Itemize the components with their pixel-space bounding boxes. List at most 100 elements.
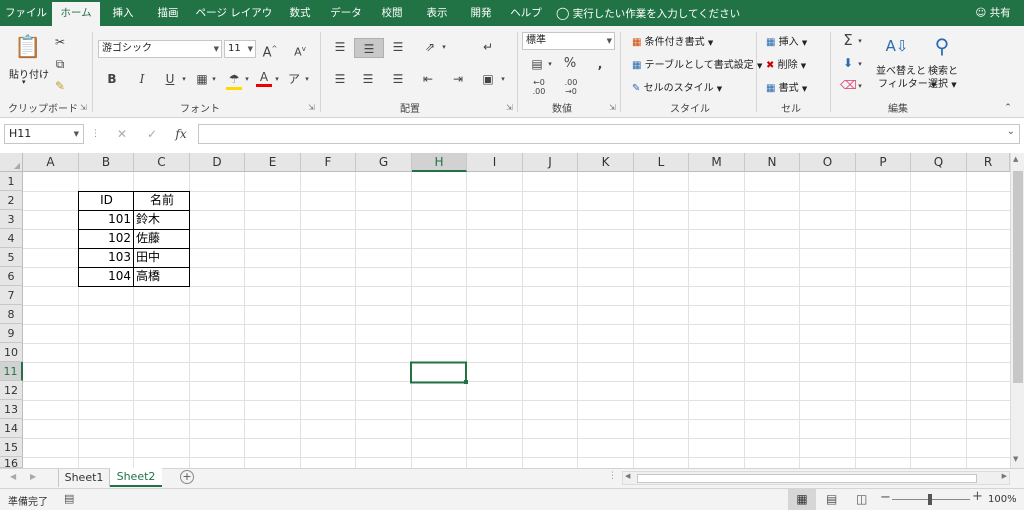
row-header-3[interactable]: 3 <box>0 210 23 229</box>
align-bottom-icon[interactable]: ☰ <box>388 39 408 55</box>
macro-record-icon[interactable]: ▤ <box>64 492 74 505</box>
comma-style-icon[interactable]: , <box>592 56 608 72</box>
font-launcher-icon[interactable]: ⇲ <box>308 103 315 112</box>
paste-button[interactable]: 貼り付け <box>9 66 49 81</box>
font-size-select[interactable]: 11 ▼ <box>224 40 256 58</box>
vertical-scrollbar[interactable]: ▲ ▼ <box>1010 153 1024 468</box>
zoom-out-icon[interactable]: − <box>880 490 891 505</box>
next-sheet-icon[interactable]: ▶ <box>30 472 36 481</box>
table-cell-id[interactable]: 104 <box>80 267 131 286</box>
selected-cell-h11[interactable] <box>411 363 467 383</box>
row-header-4[interactable]: 4 <box>0 229 23 248</box>
tell-me-box[interactable]: ◯ 実行したい作業を入力してください <box>556 0 766 26</box>
row-header-12[interactable]: 12 <box>0 381 23 400</box>
sheet-tab-sheet2[interactable]: Sheet2 <box>110 468 162 487</box>
align-right-icon[interactable]: ☰ <box>388 71 408 87</box>
row-header-16[interactable]: 16 <box>0 457 23 468</box>
column-header-m[interactable]: M <box>689 153 745 172</box>
wrap-text-icon[interactable]: ↵ <box>478 39 498 55</box>
underline-icon[interactable]: U <box>162 71 178 87</box>
clear-icon[interactable]: ⌫ <box>840 77 857 93</box>
format-painter-icon[interactable]: ✎ <box>52 78 68 94</box>
insert-cells-button[interactable]: ▦ 挿入 ▼ <box>766 33 807 48</box>
sort-filter-icon[interactable]: A⇩ <box>884 33 910 59</box>
cut-icon[interactable]: ✂ <box>52 34 68 50</box>
collapse-ribbon-icon[interactable]: ⌃ <box>1000 100 1016 116</box>
increase-decimal-icon[interactable]: ←0.00 <box>528 78 550 96</box>
copy-icon[interactable]: ⧉ <box>52 56 68 72</box>
paste-dropdown-icon[interactable]: ▾ <box>22 78 26 86</box>
table-cell-name[interactable]: 高橋 <box>136 267 189 286</box>
decrease-indent-icon[interactable]: ⇤ <box>418 71 438 87</box>
tab-view[interactable]: 表示 <box>416 0 458 26</box>
tab-home[interactable]: ホーム <box>52 2 100 26</box>
chevron-down-icon[interactable]: ▾ <box>440 39 448 55</box>
increase-indent-icon[interactable]: ⇥ <box>448 71 468 87</box>
table-header-id[interactable]: ID <box>80 191 133 210</box>
accounting-format-icon[interactable]: ▤ <box>528 56 546 72</box>
tab-help[interactable]: ヘルプ <box>504 0 548 26</box>
row-header-9[interactable]: 9 <box>0 324 23 343</box>
phonetic-guide-icon[interactable]: ア <box>286 71 302 87</box>
number-launcher-icon[interactable]: ⇲ <box>609 103 616 112</box>
percent-icon[interactable]: % <box>562 56 578 72</box>
chevron-down-icon[interactable]: ▾ <box>210 71 218 87</box>
column-header-o[interactable]: O <box>800 153 856 172</box>
fill-icon[interactable]: ⬇ <box>840 55 856 71</box>
increase-font-icon[interactable]: A^ <box>262 41 278 61</box>
align-center-icon[interactable]: ☰ <box>358 71 378 87</box>
chevron-down-icon[interactable]: ▾ <box>856 33 864 49</box>
merge-center-icon[interactable]: ▣ <box>478 71 498 87</box>
tab-data[interactable]: データ <box>324 0 368 26</box>
row-header-1[interactable]: 1 <box>0 172 23 191</box>
vertical-scroll-thumb[interactable] <box>1013 171 1023 383</box>
column-header-a[interactable]: A <box>23 153 79 172</box>
clipboard-launcher-icon[interactable]: ⇲ <box>80 103 87 112</box>
column-header-f[interactable]: F <box>301 153 356 172</box>
column-header-b[interactable]: B <box>79 153 134 172</box>
column-header-p[interactable]: P <box>856 153 911 172</box>
chevron-down-icon[interactable]: ▾ <box>180 71 188 87</box>
table-cell-name[interactable]: 鈴木 <box>136 210 189 229</box>
column-header-g[interactable]: G <box>356 153 412 172</box>
delete-cells-button[interactable]: ✖ 削除 ▼ <box>766 56 806 71</box>
column-header-k[interactable]: K <box>578 153 634 172</box>
page-break-view-icon[interactable]: ◫ <box>856 492 867 506</box>
row-header-2[interactable]: 2 <box>0 191 23 210</box>
chevron-down-icon[interactable]: ▾ <box>499 71 507 87</box>
insert-function-icon[interactable]: fx <box>172 126 190 142</box>
format-cells-button[interactable]: ▦ 書式 ▼ <box>766 79 807 94</box>
column-header-i[interactable]: I <box>467 153 523 172</box>
row-header-14[interactable]: 14 <box>0 419 23 438</box>
alignment-launcher-icon[interactable]: ⇲ <box>506 103 513 112</box>
expand-formula-icon[interactable]: ⌄ <box>1007 126 1015 137</box>
table-cell-id[interactable]: 102 <box>80 229 131 248</box>
add-sheet-icon[interactable]: + <box>180 470 194 484</box>
borders-icon[interactable]: ▦ <box>194 71 210 87</box>
select-all-button[interactable]: ◢ <box>0 153 23 172</box>
row-header-6[interactable]: 6 <box>0 267 23 286</box>
find-select-button[interactable]: 選択 ▼ <box>928 75 957 90</box>
horizontal-scrollbar[interactable]: ◀ ▶ <box>622 471 1010 485</box>
tab-insert[interactable]: 挿入 <box>102 0 144 26</box>
font-name-select[interactable]: 游ゴシック ▼ <box>98 40 222 58</box>
row-header-11[interactable]: 11 <box>0 362 23 381</box>
column-header-h[interactable]: H <box>412 153 467 172</box>
column-header-n[interactable]: N <box>745 153 800 172</box>
cell-styles-button[interactable]: ✎ セルのスタイル ▼ <box>632 79 722 94</box>
chevron-down-icon[interactable]: ▾ <box>856 78 864 94</box>
table-cell-id[interactable]: 103 <box>80 248 131 267</box>
find-magnifier-icon[interactable]: ⚲ <box>930 32 954 60</box>
font-color-icon[interactable]: A <box>256 70 272 87</box>
name-box[interactable]: H11 ▼ <box>4 124 84 144</box>
page-layout-view-icon[interactable]: ▤ <box>826 492 837 506</box>
scroll-up-icon[interactable]: ▲ <box>1013 155 1018 163</box>
tab-file[interactable]: ファイル <box>2 0 50 26</box>
autosum-icon[interactable]: Σ <box>840 32 856 48</box>
row-header-13[interactable]: 13 <box>0 400 23 419</box>
orientation-icon[interactable]: ⇗ <box>420 39 440 55</box>
tab-split-grip-icon[interactable]: ⋮ <box>608 471 617 481</box>
fill-color-icon[interactable]: ☂ <box>226 71 242 90</box>
italic-icon[interactable]: I <box>134 71 150 87</box>
decrease-decimal-icon[interactable]: .00 →0 <box>560 78 582 96</box>
